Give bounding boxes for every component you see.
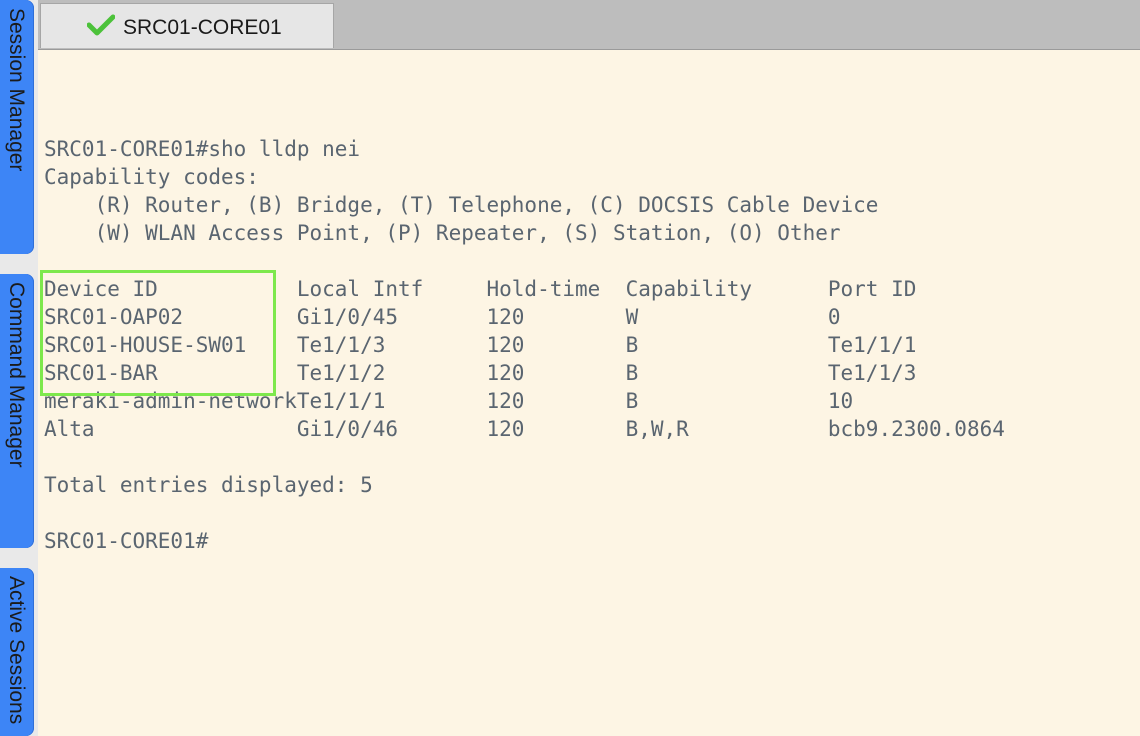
active-sessions-tab[interactable]: Active Sessions (0, 568, 34, 736)
session-tab-title: SRC01-CORE01 (123, 16, 282, 39)
lldp-table-row: Alta Gi1/0/46 120 B,W,R bcb9.2300.0864 (44, 417, 1005, 441)
terminal-line: Capability codes: (44, 165, 259, 189)
terminal-line: (W) WLAN Access Point, (P) Repeater, (S)… (44, 221, 841, 245)
green-checkmark-icon (87, 14, 115, 36)
terminal-line: SRC01-CORE01#sho lldp nei (44, 137, 361, 161)
command-manager-label: Command Manager (5, 282, 28, 468)
session-manager-label: Session Manager (5, 8, 28, 172)
active-sessions-label: Active Sessions (5, 576, 28, 725)
terminal-line: (R) Router, (B) Bridge, (T) Telephone, (… (44, 193, 879, 217)
lldp-table-row: SRC01-BAR Te1/1/2 120 B Te1/1/3 (44, 361, 917, 385)
side-dock: Session Manager Command Manager Active S… (0, 0, 39, 736)
terminal-app: Session Manager Command Manager Active S… (0, 0, 1140, 736)
terminal-output[interactable]: SRC01-CORE01#sho lldp nei Capability cod… (38, 50, 1140, 736)
session-tab-src01-core01[interactable]: SRC01-CORE01 (40, 3, 334, 48)
command-prompt: SRC01-CORE01# (44, 529, 209, 553)
total-entries-line: Total entries displayed: 5 (44, 473, 373, 497)
command-manager-tab[interactable]: Command Manager (0, 274, 34, 548)
lldp-table-row: SRC01-OAP02 Gi1/0/45 120 W 0 (44, 305, 841, 329)
session-manager-tab[interactable]: Session Manager (0, 0, 34, 254)
lldp-table-row: SRC01-HOUSE-SW01 Te1/1/3 120 B Te1/1/1 (44, 333, 917, 357)
session-tab-bar: SRC01-CORE01 (38, 0, 1140, 50)
lldp-table-row: meraki-admin-networkTe1/1/1 120 B 10 (44, 389, 854, 413)
lldp-table-header: Device ID Local Intf Hold-time Capabilit… (44, 277, 917, 301)
